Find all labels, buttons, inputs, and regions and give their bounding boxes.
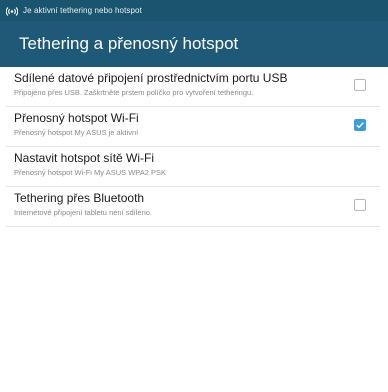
setting-wifi-hotspot[interactable]: Přenosný hotspot Wi-Fi Přenosný hotspot …	[6, 107, 380, 147]
setting-subtitle: Internetové připojení tabletu není sdíle…	[14, 208, 153, 217]
setting-title: Sdílené datové připojení prostřednictvím…	[14, 71, 288, 85]
setting-title: Tethering přes Bluetooth	[14, 191, 145, 205]
bluetooth-tethering-checkbox[interactable]	[354, 199, 366, 211]
status-bar: Je aktivní tethering nebo hotspot	[0, 0, 388, 21]
setting-subtitle: Přenosný hotspot Wi-Fi My ASUS WPA2 PSK	[14, 168, 166, 177]
setting-subtitle: Připojeno přes USB. Zaškrtněte prstem po…	[14, 88, 254, 97]
status-text: Je aktivní tethering nebo hotspot	[23, 6, 142, 15]
setting-usb-tethering[interactable]: Sdílené datové připojení prostřednictvím…	[6, 67, 380, 107]
usb-tethering-checkbox[interactable]	[354, 79, 366, 91]
settings-list: Sdílené datové připojení prostřednictvím…	[0, 67, 388, 227]
setting-configure-hotspot[interactable]: Nastavit hotspot sítě Wi-Fi Přenosný hot…	[6, 147, 380, 187]
setting-title: Nastavit hotspot sítě Wi-Fi	[14, 151, 155, 165]
check-icon	[356, 122, 364, 129]
wifi-hotspot-checkbox[interactable]	[354, 119, 366, 131]
setting-bluetooth-tethering[interactable]: Tethering přes Bluetooth Internetové při…	[6, 187, 380, 227]
setting-title: Přenosný hotspot Wi-Fi	[14, 111, 139, 125]
hotspot-icon	[6, 5, 18, 17]
action-bar: Tethering a přenosný hotspot	[0, 21, 388, 67]
setting-subtitle: Přenosný hotspot My ASUS je aktivní	[14, 128, 139, 137]
page-title: Tethering a přenosný hotspot	[19, 34, 239, 53]
